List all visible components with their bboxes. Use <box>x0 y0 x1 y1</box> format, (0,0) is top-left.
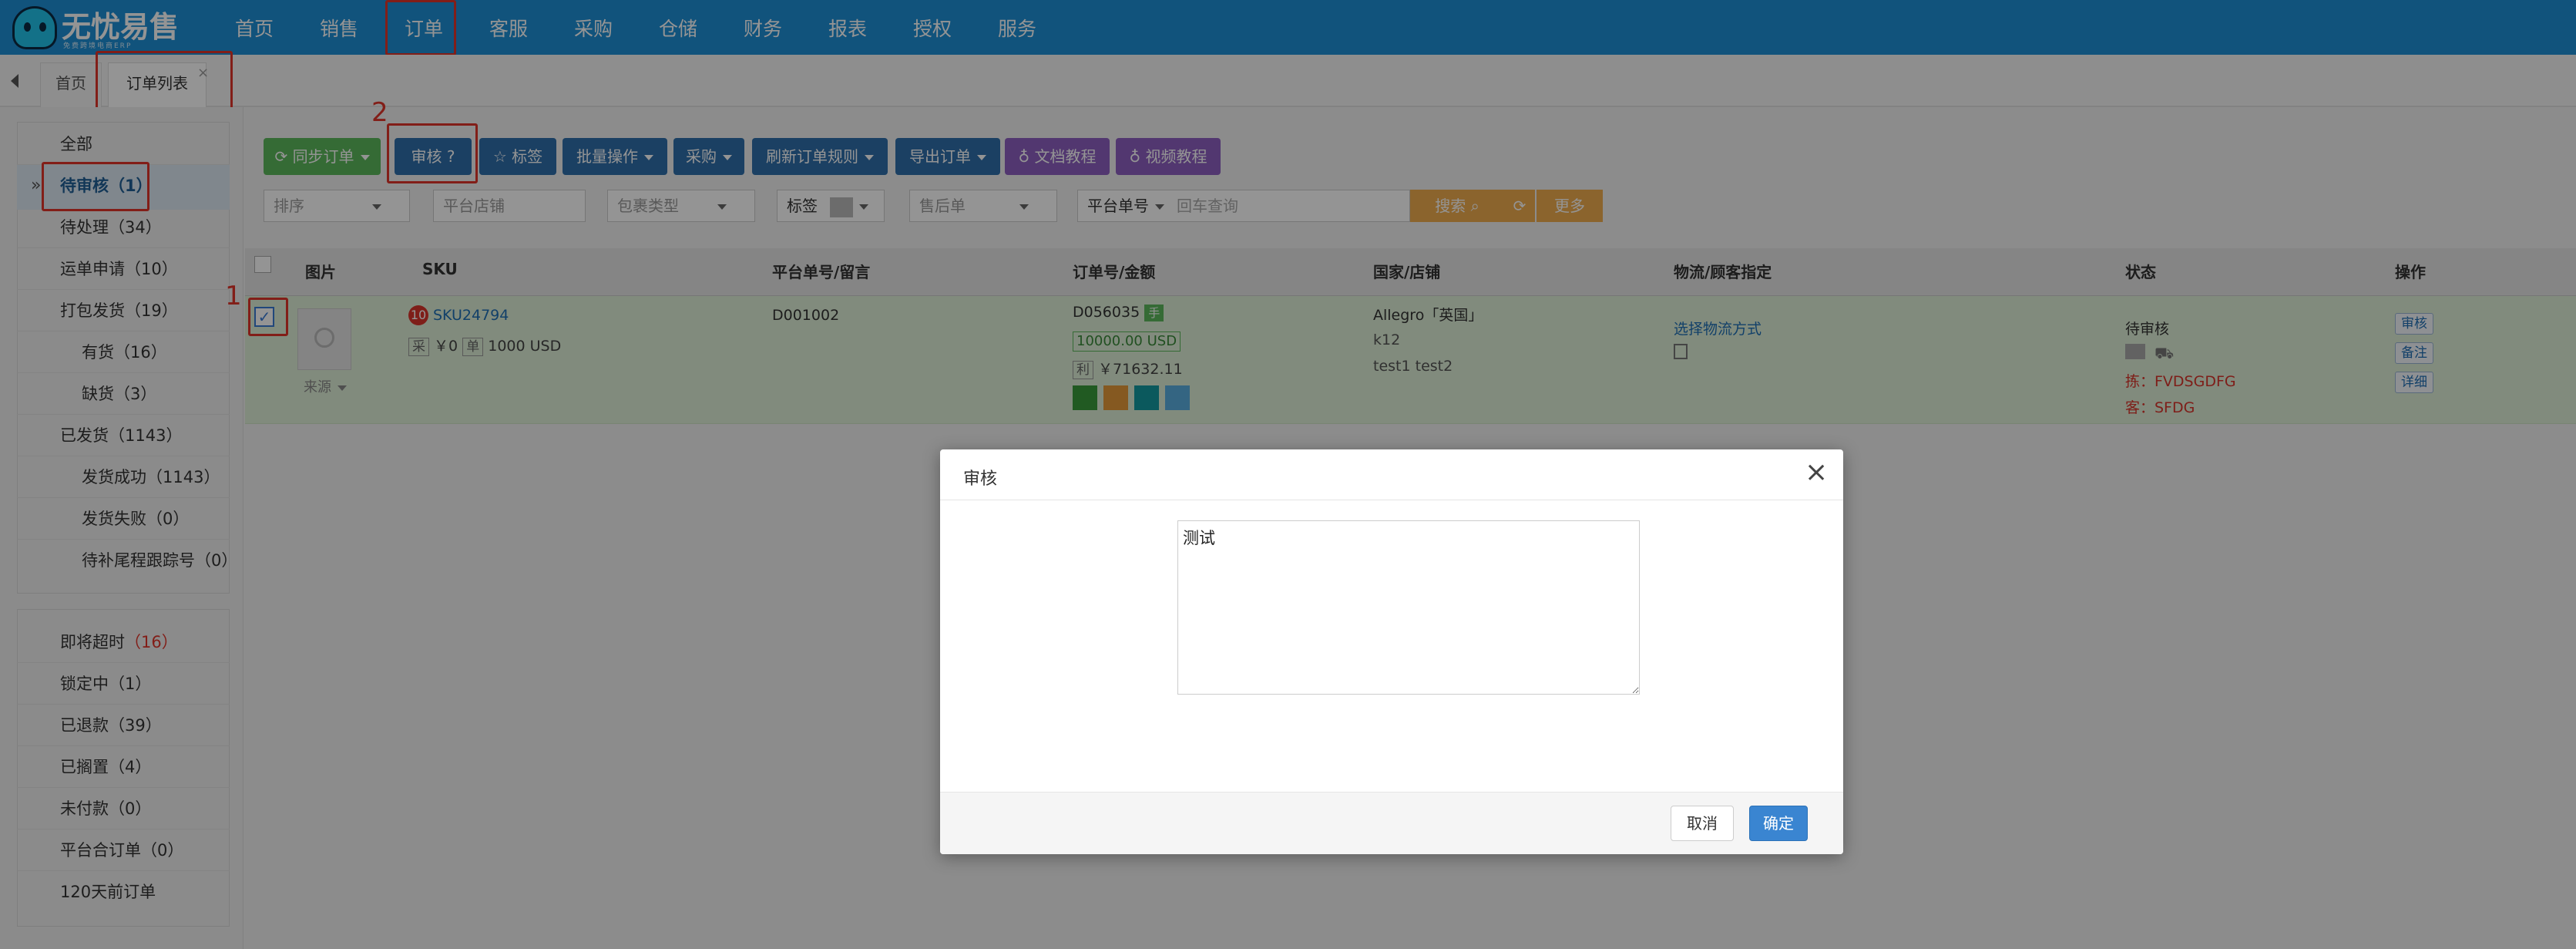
dialog-header <box>940 449 1843 500</box>
cancel-button[interactable]: 取消 <box>1671 806 1734 841</box>
customer-service-remark-textarea[interactable]: 测试 <box>1177 520 1640 695</box>
close-icon[interactable]: × <box>1805 457 1828 488</box>
confirm-button[interactable]: 确定 <box>1749 806 1808 841</box>
review-dialog: 审核 × 客服备注 测试 取消 确定 <box>940 449 1843 854</box>
dialog-title: 审核 <box>963 469 998 489</box>
